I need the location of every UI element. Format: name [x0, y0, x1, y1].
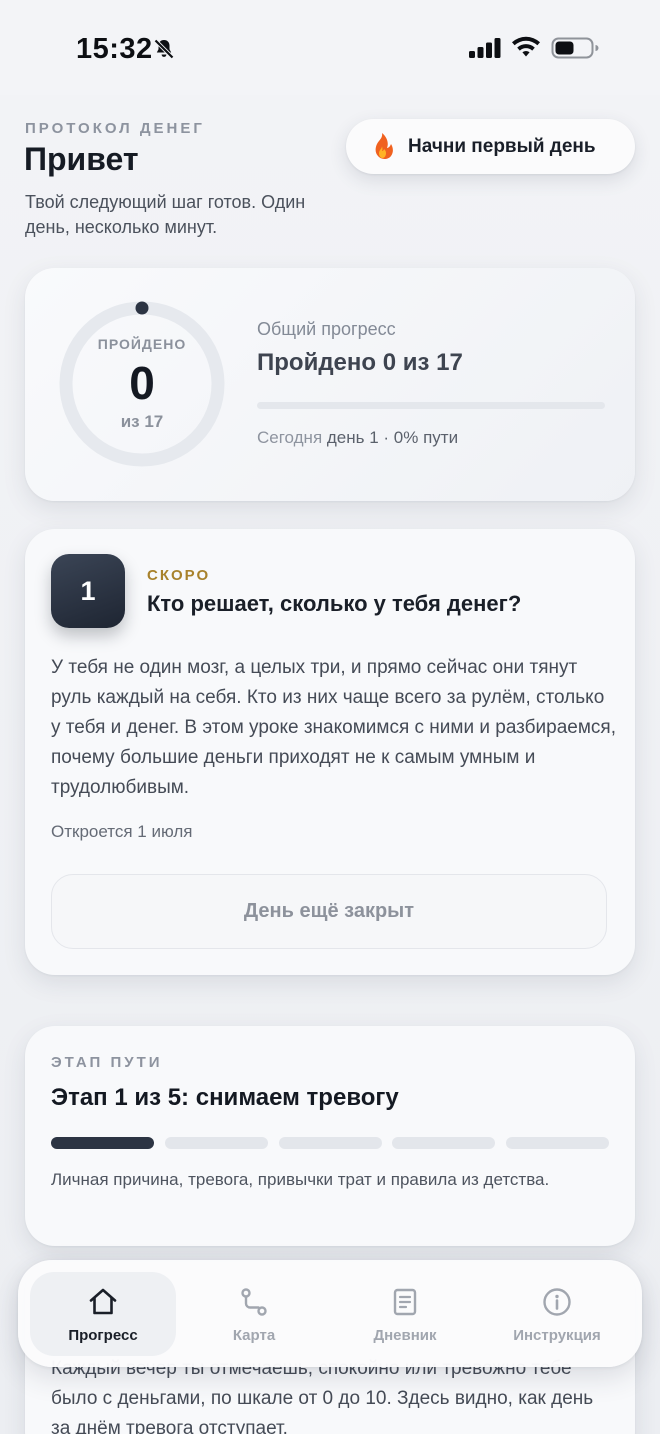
battery-icon: [551, 37, 599, 59]
wifi-icon: [512, 36, 540, 57]
tab-journal[interactable]: Дневник: [332, 1272, 478, 1356]
route-icon: [241, 1288, 267, 1316]
lesson-status: СКОРО: [147, 567, 211, 584]
start-first-day-button[interactable]: Начни первый день: [346, 119, 635, 174]
stage-progress-segments: [51, 1137, 610, 1149]
stage-description: Личная причина, тревога, привычки трат и…: [51, 1170, 550, 1189]
page-title: Привет: [24, 141, 139, 177]
total-count: из 17: [120, 412, 164, 431]
lesson-card[interactable]: 1 СКОРО Кто решает, сколько у тебя денег…: [25, 529, 635, 975]
progress-card: ПРОЙДЕНО 0 из 17 Общий прогресс Пройдено…: [25, 268, 635, 501]
lesson-open-date: Откроется 1 июля: [51, 822, 193, 841]
tab-progress[interactable]: Прогресс: [30, 1272, 176, 1356]
bottom-tab-bar: Прогресс Карта Дневник Инструкция: [18, 1260, 642, 1367]
today-prefix: Сегодня: [257, 428, 323, 447]
tab-instructions[interactable]: Инструкция: [484, 1272, 630, 1356]
tab-map[interactable]: Карта: [181, 1272, 327, 1356]
today-detail: день 1 · 0% пути: [326, 428, 459, 447]
progress-today: Сегодня день 1 · 0% пути: [257, 428, 458, 448]
start-first-day-label: Начни первый день: [408, 135, 596, 157]
cellular-signal-icon: [469, 38, 501, 58]
stage-card: ЭТАП ПУТИ Этап 1 из 5: снимаем тревогу Л…: [25, 1026, 635, 1246]
day-number-badge: 1: [51, 554, 125, 628]
status-bar: 15:32: [0, 0, 660, 95]
bell-muted-icon: [154, 39, 174, 59]
status-time: 15:32: [76, 33, 153, 65]
progress-title: Пройдено 0 из 17: [257, 349, 463, 376]
lesson-description: У тебя не один мозг, а целых три, и прям…: [51, 657, 616, 798]
ring-label: ПРОЙДЕНО: [97, 336, 187, 352]
tab-map-label: Карта: [232, 1327, 276, 1344]
stage-segment: [392, 1137, 496, 1149]
stage-segment: [164, 1137, 268, 1149]
home-icon: [89, 1288, 117, 1315]
day-locked-button[interactable]: День ещё закрыт: [51, 874, 607, 949]
tab-progress-label: Прогресс: [68, 1327, 138, 1344]
stage-eyebrow: ЭТАП ПУТИ: [51, 1054, 163, 1071]
stage-segment: [51, 1137, 154, 1149]
lesson-title: Кто решает, сколько у тебя денег?: [147, 591, 522, 616]
fire-icon: [375, 132, 393, 159]
tab-journal-label: Дневник: [373, 1327, 437, 1344]
stage-segment: [278, 1137, 382, 1149]
page-subtitle: Твой следующий шаг готов. Один день, нес…: [25, 192, 306, 237]
completed-count: 0: [129, 357, 155, 409]
progress-caption: Общий прогресс: [257, 319, 396, 339]
info-icon: [543, 1288, 571, 1316]
stage-segment: [506, 1137, 610, 1149]
tab-instructions-label: Инструкция: [513, 1327, 601, 1344]
app-eyebrow: ПРОТОКОЛ ДЕНЕГ: [25, 120, 205, 137]
journal-icon: [393, 1288, 417, 1316]
progress-bar: [257, 402, 605, 409]
stage-title: Этап 1 из 5: снимаем тревогу: [51, 1084, 399, 1111]
